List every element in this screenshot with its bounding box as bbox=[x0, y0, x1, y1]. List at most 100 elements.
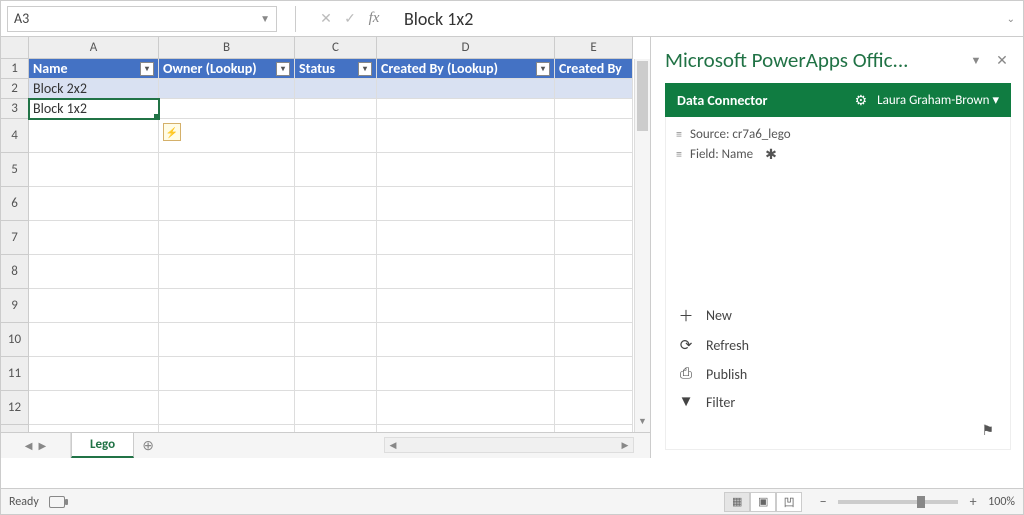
cell[interactable] bbox=[295, 425, 377, 432]
cell[interactable] bbox=[295, 99, 377, 119]
row-header[interactable]: 5 bbox=[1, 153, 29, 187]
cell[interactable] bbox=[377, 289, 555, 323]
gear-icon[interactable]: ⚙ bbox=[855, 92, 868, 109]
collapse-formula-bar-button[interactable]: ⌄ bbox=[1007, 12, 1015, 25]
user-dropdown[interactable]: Laura Graham-Brown ▾ bbox=[877, 93, 999, 108]
cell[interactable] bbox=[159, 357, 295, 391]
row-header[interactable]: 4 bbox=[1, 119, 29, 153]
scroll-left-icon[interactable]: ◀ bbox=[385, 440, 401, 451]
cell[interactable] bbox=[555, 289, 633, 323]
page-layout-view-button[interactable]: ▣ bbox=[750, 492, 776, 512]
filter-dropdown-icon[interactable]: ▾ bbox=[276, 62, 290, 76]
cell[interactable] bbox=[555, 323, 633, 357]
row-header[interactable]: 10 bbox=[1, 323, 29, 357]
flag-icon[interactable]: ⚑ bbox=[676, 422, 1000, 439]
new-button[interactable]: ＋New bbox=[676, 300, 1000, 331]
column-header[interactable]: C bbox=[295, 37, 377, 59]
row-header[interactable]: 13 bbox=[1, 425, 29, 432]
row-header[interactable]: 2 bbox=[1, 79, 29, 99]
table-header-cell[interactable]: Status▾ bbox=[295, 59, 377, 79]
cell[interactable] bbox=[377, 119, 555, 153]
cell[interactable] bbox=[555, 391, 633, 425]
scrollbar-thumb[interactable] bbox=[637, 61, 648, 131]
macro-record-icon[interactable] bbox=[49, 496, 65, 508]
table-header-cell[interactable]: Created By (Lookup)▾ bbox=[377, 59, 555, 79]
sheet-tab-active[interactable]: Lego bbox=[71, 432, 134, 458]
cell[interactable] bbox=[555, 425, 633, 432]
publish-button[interactable]: ⎙Publish bbox=[676, 360, 1000, 388]
table-header-cell[interactable]: Name▾ bbox=[29, 59, 159, 79]
cell[interactable] bbox=[555, 255, 633, 289]
column-header[interactable]: D bbox=[377, 37, 555, 59]
filter-dropdown-icon[interactable]: ▾ bbox=[140, 62, 154, 76]
cell[interactable] bbox=[555, 221, 633, 255]
cell[interactable]: Block 2x2 bbox=[29, 79, 159, 99]
chevron-down-icon[interactable]: ▼ bbox=[260, 12, 270, 25]
panel-menu-icon[interactable]: ▼ bbox=[967, 54, 985, 67]
cell[interactable] bbox=[377, 153, 555, 187]
cell[interactable] bbox=[555, 99, 633, 119]
scroll-right-icon[interactable]: ▶ bbox=[617, 440, 633, 451]
cell[interactable] bbox=[377, 391, 555, 425]
cell[interactable] bbox=[555, 79, 633, 99]
zoom-in-button[interactable]: + bbox=[966, 493, 980, 510]
close-icon[interactable]: ✕ bbox=[993, 52, 1011, 69]
cell[interactable] bbox=[295, 119, 377, 153]
cell[interactable] bbox=[555, 357, 633, 391]
cell[interactable] bbox=[29, 153, 159, 187]
cell[interactable] bbox=[159, 289, 295, 323]
cell[interactable] bbox=[295, 357, 377, 391]
table-header-cell[interactable]: Created By bbox=[555, 59, 633, 79]
row-header[interactable]: 6 bbox=[1, 187, 29, 221]
table-header-cell[interactable]: Owner (Lookup)▾ bbox=[159, 59, 295, 79]
cell[interactable] bbox=[555, 187, 633, 221]
cell[interactable] bbox=[377, 221, 555, 255]
cell[interactable] bbox=[29, 187, 159, 221]
autofill-options-icon[interactable]: ⚡ bbox=[163, 123, 181, 141]
row-header[interactable]: 9 bbox=[1, 289, 29, 323]
cell[interactable] bbox=[29, 425, 159, 432]
cell[interactable] bbox=[159, 99, 295, 119]
row-header[interactable]: 1 bbox=[1, 59, 29, 79]
filter-dropdown-icon[interactable]: ▾ bbox=[536, 62, 550, 76]
cell[interactable] bbox=[159, 221, 295, 255]
name-box[interactable]: A3 ▼ bbox=[7, 6, 277, 32]
column-header[interactable]: A bbox=[29, 37, 159, 59]
filter-dropdown-icon[interactable]: ▾ bbox=[358, 62, 372, 76]
cell[interactable] bbox=[159, 425, 295, 432]
cell[interactable] bbox=[295, 79, 377, 99]
vertical-scrollbar[interactable]: ▼ bbox=[634, 59, 650, 432]
scroll-down-icon[interactable]: ▼ bbox=[635, 416, 650, 432]
column-header[interactable]: E bbox=[555, 37, 633, 59]
cell[interactable] bbox=[29, 289, 159, 323]
row-header[interactable]: 11 bbox=[1, 357, 29, 391]
cancel-formula-button[interactable]: ✕ bbox=[314, 10, 338, 27]
zoom-slider-knob[interactable] bbox=[917, 496, 925, 508]
zoom-value[interactable]: 100% bbox=[988, 495, 1015, 509]
tab-nav-buttons[interactable]: ◀▶ bbox=[1, 433, 71, 458]
cell[interactable] bbox=[377, 357, 555, 391]
page-break-view-button[interactable]: 凹 bbox=[776, 492, 802, 512]
cell[interactable] bbox=[159, 79, 295, 99]
cell[interactable] bbox=[29, 255, 159, 289]
cell[interactable] bbox=[555, 119, 633, 153]
cell[interactable] bbox=[159, 391, 295, 425]
filter-button[interactable]: ▼Filter bbox=[676, 388, 1000, 416]
zoom-out-button[interactable]: − bbox=[816, 493, 830, 510]
accept-formula-button[interactable]: ✓ bbox=[338, 10, 362, 27]
row-header[interactable]: 3 bbox=[1, 99, 29, 119]
cell[interactable] bbox=[295, 391, 377, 425]
normal-view-button[interactable]: ▦ bbox=[724, 492, 750, 512]
cell[interactable] bbox=[295, 255, 377, 289]
cell[interactable] bbox=[377, 187, 555, 221]
refresh-button[interactable]: ⟳Refresh bbox=[676, 331, 1000, 360]
cell[interactable] bbox=[29, 323, 159, 357]
cell[interactable] bbox=[295, 187, 377, 221]
cell[interactable] bbox=[295, 153, 377, 187]
cell[interactable] bbox=[159, 187, 295, 221]
cell[interactable] bbox=[295, 323, 377, 357]
column-header[interactable]: B bbox=[159, 37, 295, 59]
cell[interactable] bbox=[29, 119, 159, 153]
cell[interactable] bbox=[555, 153, 633, 187]
add-sheet-button[interactable]: ⊕ bbox=[134, 433, 162, 458]
